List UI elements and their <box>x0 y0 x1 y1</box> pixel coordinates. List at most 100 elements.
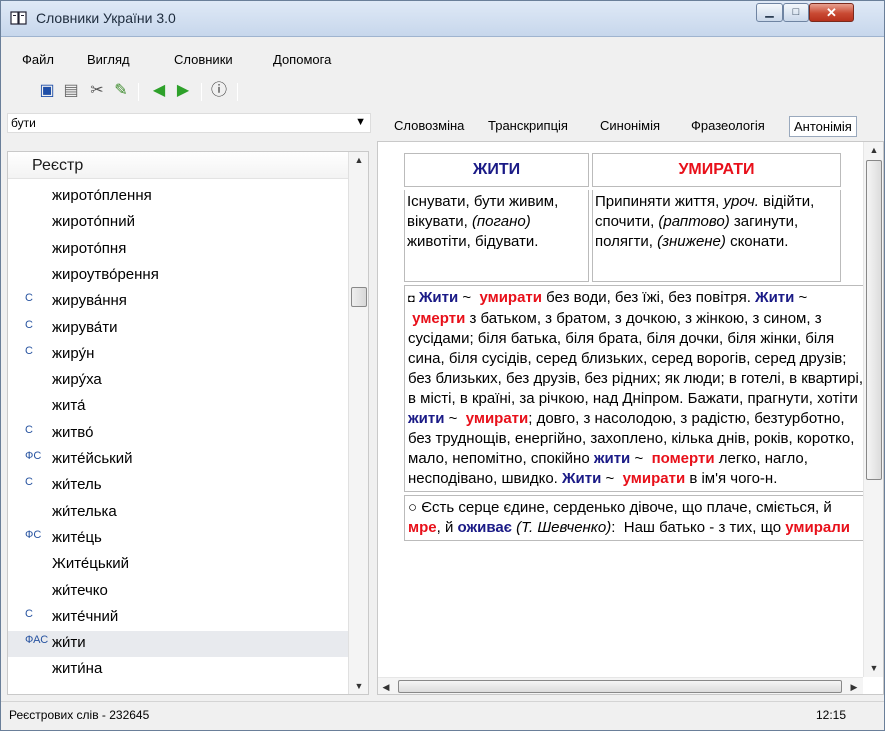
tab-transcription[interactable]: Транскрипція <box>484 116 572 135</box>
scroll-up-icon[interactable]: ▲ <box>864 142 883 158</box>
toolbar-separator <box>201 83 202 101</box>
register-item[interactable]: жи́телька <box>8 500 348 526</box>
dictionary-mark-icon: ФАС <box>25 634 49 647</box>
dictionary-mark-icon <box>25 397 53 419</box>
print-icon[interactable]: ▤ <box>61 81 81 101</box>
main-window: Словники України 3.0 ▁ □ ✕ Файл Вигляд С… <box>0 0 885 731</box>
register-item-label: жите́ць <box>52 528 102 546</box>
scroll-left-icon[interactable]: ◀ <box>378 679 394 694</box>
register-item-label: жи́тель <box>52 476 102 494</box>
search-combobox[interactable]: бути ▼ <box>7 113 371 133</box>
scroll-right-icon[interactable]: ▶ <box>846 679 862 694</box>
back-arrow-icon[interactable]: ◀ <box>149 81 169 101</box>
register-panel: Реєстр жирото́плення жирото́пний жирото́пн… <box>7 151 369 695</box>
register-item-label: жирото́пний <box>52 213 135 231</box>
register-scrollbar[interactable]: ▲ ▼ <box>348 152 368 694</box>
scroll-down-icon[interactable]: ▼ <box>864 660 883 676</box>
register-item-label: жи́телька <box>52 502 117 520</box>
square-bullet-icon: ◘ <box>408 293 415 305</box>
register-item[interactable]: жироутво́рення <box>8 263 348 289</box>
register-item-label: жи́течко <box>52 581 108 599</box>
register-item[interactable]: Сжитво́ <box>8 421 348 447</box>
chevron-down-icon[interactable]: ▼ <box>355 116 366 128</box>
scroll-up-icon[interactable]: ▲ <box>349 152 368 168</box>
scroll-thumb[interactable] <box>398 680 842 693</box>
dictionary-mark-icon: С <box>25 344 33 357</box>
dictionary-mark-icon: С <box>25 318 33 331</box>
article-panel: ЖИТИ Існувати, бути живим, вікувати, (по… <box>377 141 884 695</box>
dictionary-mark-icon: С <box>25 607 33 620</box>
register-item-label: жита́ <box>52 397 86 415</box>
menu-help[interactable]: Допомога <box>273 52 331 67</box>
article-content: ЖИТИ Існувати, бути живим, вікувати, (по… <box>404 153 870 541</box>
register-item[interactable]: жирото́пний <box>8 210 348 236</box>
dictionary-mark-icon <box>25 266 53 288</box>
register-item[interactable]: Сжирува́ти <box>8 316 348 342</box>
antonym-left-definition: Існувати, бути живим, вікувати, (погано)… <box>404 190 589 282</box>
pin-icon[interactable]: ✎ <box>111 81 131 101</box>
title-bar[interactable]: Словники України 3.0 ▁ □ ✕ <box>1 1 884 37</box>
register-item[interactable]: ФС жите́ць <box>8 526 348 552</box>
save-icon[interactable]: ▣ <box>37 81 57 101</box>
register-item[interactable]: жи́течко <box>8 579 348 605</box>
dictionary-mark-icon <box>25 582 53 604</box>
register-item[interactable]: Жите́цький <box>8 552 348 578</box>
minimize-icon: ▁ <box>765 6 774 18</box>
menu-view[interactable]: Вигляд <box>87 52 130 67</box>
dictionary-mark-icon <box>25 240 53 262</box>
register-header: Реєстр <box>8 152 348 179</box>
antonym-right-definition: Припиняти життя, уроч. відійти, спочити,… <box>592 190 841 282</box>
register-item[interactable]: жирото́пня <box>8 237 348 263</box>
toolbar-separator <box>138 83 139 101</box>
menu-bar: Файл Вигляд Словники Допомога <box>1 47 884 71</box>
scroll-down-icon[interactable]: ▼ <box>349 678 368 694</box>
tab-inflection[interactable]: Словозміна <box>390 116 468 135</box>
tab-synonymy[interactable]: Синонімія <box>596 116 664 135</box>
dictionary-app-icon <box>10 11 27 25</box>
register-item[interactable]: Сжи́тель <box>8 473 348 499</box>
register-item[interactable]: жити́на <box>8 657 348 683</box>
minimize-button[interactable]: ▁ <box>756 3 783 22</box>
register-item[interactable]: ФАС жи́ти <box>8 631 348 658</box>
help-icon[interactable]: ⓘ <box>209 81 229 101</box>
register-item-label: жите́чний <box>52 607 119 625</box>
register-item[interactable]: жиру́ха <box>8 368 348 394</box>
register-item[interactable]: жита́ <box>8 394 348 420</box>
menu-file[interactable]: Файл <box>22 52 54 67</box>
search-input[interactable]: бути <box>11 116 36 130</box>
register-item[interactable]: Сжиру́н <box>8 342 348 368</box>
menu-dictionaries[interactable]: Словники <box>174 52 233 67</box>
antonym-table: ЖИТИ Існувати, бути живим, вікувати, (по… <box>404 153 870 282</box>
dictionary-mark-icon <box>25 371 53 393</box>
maximize-button[interactable]: □ <box>783 3 809 22</box>
circle-bullet-icon: ○ <box>408 499 418 516</box>
article-horizontal-scrollbar[interactable]: ◀ ▶ <box>378 677 863 694</box>
dictionary-mark-icon <box>25 503 53 525</box>
tab-phraseology[interactable]: Фразеологія <box>687 116 769 135</box>
register-item-label: жирото́плення <box>52 187 152 204</box>
scroll-thumb[interactable] <box>866 160 882 480</box>
tools-icon[interactable]: ✂ <box>87 81 107 101</box>
register-item-label: жироутво́рення <box>52 265 159 283</box>
tab-antonymy[interactable]: Антонімія <box>789 116 857 137</box>
scroll-thumb[interactable] <box>351 287 367 307</box>
dictionary-mark-icon: С <box>25 476 33 489</box>
toolbar-separator <box>237 83 238 101</box>
dictionary-mark-icon: С <box>25 423 33 436</box>
dictionary-mark-icon: ФС <box>25 450 42 462</box>
register-item[interactable]: Сжирува́ння <box>8 289 348 315</box>
register-item[interactable]: ФС жите́йський <box>8 447 348 473</box>
register-item-label: жирото́пня <box>52 239 127 257</box>
register-item[interactable]: жирото́плення <box>8 184 348 210</box>
register-item-label: жирува́ння <box>52 292 127 310</box>
register-item[interactable]: Сжите́чний <box>8 605 348 631</box>
dictionary-mark-icon <box>25 555 53 577</box>
status-bar: Реєстрових слів - 232645 12:15 <box>1 701 884 730</box>
forward-arrow-icon[interactable]: ▶ <box>173 81 193 101</box>
quote-paragraph: ○ Єсть серце єдине, серденько дівоче, що… <box>404 495 870 541</box>
register-item-label: жи́ти <box>52 634 86 652</box>
article-vertical-scrollbar[interactable]: ▲ ▼ <box>863 142 883 677</box>
dictionary-mark-icon: С <box>25 292 33 305</box>
close-button[interactable]: ✕ <box>809 3 854 22</box>
close-icon: ✕ <box>826 5 837 20</box>
